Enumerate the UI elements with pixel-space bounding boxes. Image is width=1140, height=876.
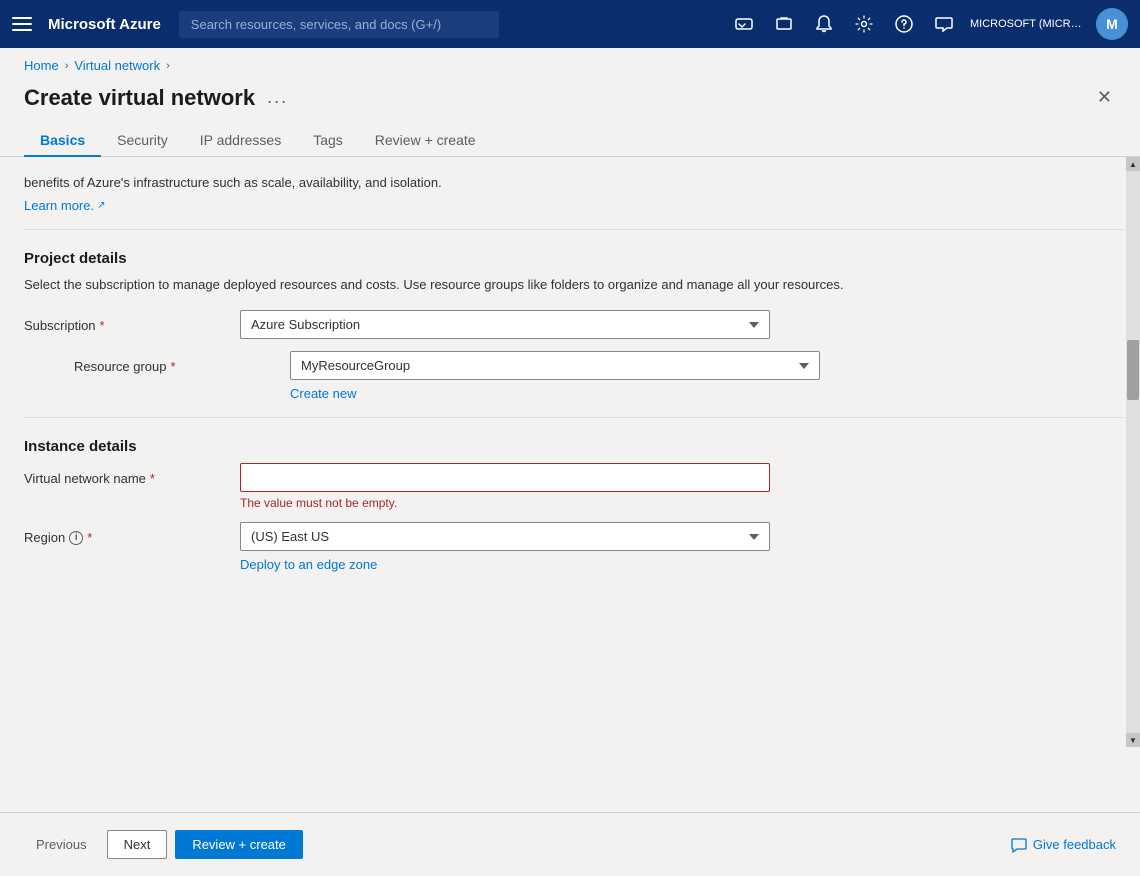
region-required: * [87,530,92,545]
page-options-icon[interactable]: ... [267,87,288,108]
resource-group-required: * [171,359,176,374]
resource-group-control: MyResourceGroup Create new [290,351,820,401]
vnet-name-required: * [150,471,155,486]
breadcrumb-sep-2: › [166,60,170,72]
instance-details-header: Instance details [24,438,1124,455]
tab-security[interactable]: Security [101,124,184,156]
footer: Previous Next Review + create Give feedb… [0,812,1140,876]
notifications-icon[interactable] [806,6,842,42]
region-row: Region i * (US) East US (US) West US (US… [24,522,1124,572]
scrollbar: ▲ ▼ [1126,157,1140,747]
intro-text: benefits of Azure's infrastructure such … [24,173,1124,193]
close-button[interactable]: ✕ [1093,83,1116,112]
user-menu[interactable]: MICROSOFT (MICROSOFT.ONMI...) M [970,8,1128,40]
scroll-thumb [1127,340,1139,400]
edge-zone-link[interactable]: Deploy to an edge zone [240,557,377,572]
tabs-bar: Basics Security IP addresses Tags Review… [0,124,1140,157]
vnet-name-error: The value must not be empty. [240,496,770,510]
search-input[interactable] [179,11,499,38]
user-display-name: MICROSOFT (MICROSOFT.ONMI...) [970,18,1090,30]
hamburger-menu[interactable] [12,14,32,34]
external-link-icon: ↗ [97,200,105,211]
app-logo: Microsoft Azure [48,16,161,33]
breadcrumb: Home › Virtual network › [0,48,1140,83]
subscription-control: Azure Subscription [240,310,770,339]
help-icon[interactable] [886,6,922,42]
subscription-label: Subscription * [24,310,224,333]
page-title: Create virtual network [24,85,255,111]
vnet-name-row: Virtual network name * The value must no… [24,463,1124,510]
resource-group-row: Resource group * MyResourceGroup Create … [74,351,1124,401]
project-details-desc: Select the subscription to manage deploy… [24,275,1124,295]
cloud-shell-icon[interactable] [726,6,762,42]
region-control: (US) East US (US) West US (US) West US 2… [240,522,770,572]
create-new-resource-group-link[interactable]: Create new [290,386,356,401]
subscription-required: * [100,318,105,333]
content-area: benefits of Azure's infrastructure such … [0,157,1140,747]
topbar: Microsoft Azure MICROSOFT (MICROSOFT.ONM… [0,0,1140,48]
feedback-icon[interactable] [926,6,962,42]
give-feedback-button[interactable]: Give feedback [1011,837,1116,853]
tab-basics[interactable]: Basics [24,124,101,156]
vnet-name-label: Virtual network name * [24,463,224,486]
tab-ip-addresses[interactable]: IP addresses [184,124,297,156]
learn-more-link[interactable]: Learn more. ↗ [24,198,105,213]
scroll-thumb-area[interactable] [1126,171,1140,733]
scroll-down-button[interactable]: ▼ [1126,733,1140,747]
feedback-bubble-icon [1011,837,1027,853]
breadcrumb-sep-1: › [65,60,69,72]
vnet-name-input[interactable] [240,463,770,492]
previous-button[interactable]: Previous [24,831,99,858]
region-label: Region i * [24,522,224,545]
footer-right: Give feedback [1011,837,1116,853]
page-header-left: Create virtual network ... [24,85,288,111]
next-button[interactable]: Next [107,830,168,859]
main-container: benefits of Azure's infrastructure such … [0,157,1140,747]
scrollable-content: benefits of Azure's infrastructure such … [0,157,1140,747]
subscription-row: Subscription * Azure Subscription [24,310,1124,339]
directory-icon[interactable] [766,6,802,42]
region-select[interactable]: (US) East US (US) West US (US) West US 2… [240,522,770,551]
scroll-up-button[interactable]: ▲ [1126,157,1140,171]
topbar-icons: MICROSOFT (MICROSOFT.ONMI...) M [726,6,1128,42]
resource-group-select[interactable]: MyResourceGroup [290,351,820,380]
page-header: Create virtual network ... ✕ [0,83,1140,124]
tab-tags[interactable]: Tags [297,124,359,156]
breadcrumb-virtual-network[interactable]: Virtual network [74,58,160,73]
divider-2 [24,417,1124,418]
tab-review-create[interactable]: Review + create [359,124,492,156]
subscription-select[interactable]: Azure Subscription [240,310,770,339]
breadcrumb-home[interactable]: Home [24,58,59,73]
settings-icon[interactable] [846,6,882,42]
review-create-button[interactable]: Review + create [175,830,303,859]
divider-1 [24,229,1124,230]
project-details-header: Project details [24,250,1124,267]
region-info-icon[interactable]: i [69,531,83,545]
avatar: M [1096,8,1128,40]
vnet-name-control: The value must not be empty. [240,463,770,510]
resource-group-label: Resource group * [74,351,274,374]
